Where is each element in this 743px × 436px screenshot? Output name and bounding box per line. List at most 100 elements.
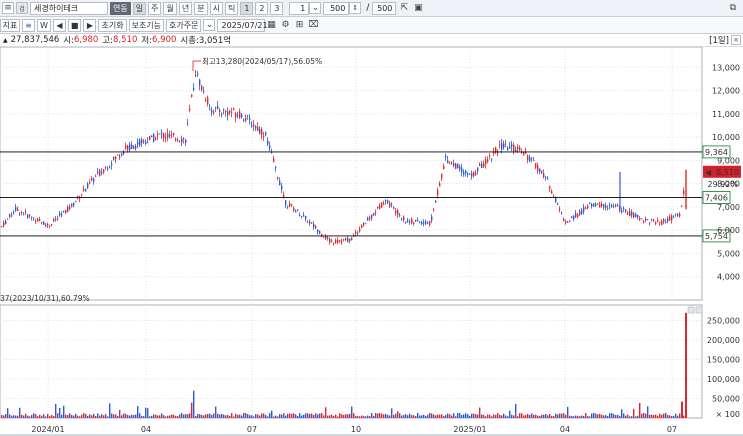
candle-body bbox=[545, 177, 547, 179]
candle-body bbox=[203, 91, 205, 93]
candle-body bbox=[283, 194, 285, 198]
candle-body bbox=[473, 171, 475, 176]
candle-body bbox=[279, 180, 281, 186]
num-2-button[interactable]: 2 bbox=[255, 1, 269, 15]
grid-icon[interactable]: ⊞ bbox=[293, 19, 305, 31]
date-field[interactable]: 2025/07/21 bbox=[217, 18, 268, 32]
candle-body bbox=[125, 145, 127, 149]
init-button[interactable]: 초기화 bbox=[98, 18, 127, 32]
candle-body bbox=[193, 87, 195, 90]
candle-body bbox=[339, 240, 341, 242]
volume-bar bbox=[577, 415, 579, 418]
play-backward-button[interactable]: ◀ bbox=[52, 18, 66, 32]
volume-bar bbox=[155, 414, 157, 418]
candle-body bbox=[97, 171, 99, 174]
price-chart[interactable]: 9,3647,4065,754 4,0005,0006,0007,0008,00… bbox=[0, 47, 743, 436]
w-button[interactable]: W bbox=[37, 18, 51, 32]
indicator-button[interactable]: 지표 bbox=[0, 18, 20, 32]
candle-body bbox=[403, 216, 405, 221]
expand-icon[interactable]: ▲ bbox=[3, 37, 8, 44]
price-tick-label: 4,000 bbox=[717, 273, 740, 282]
menu-icon[interactable]: ≡ bbox=[2, 2, 14, 14]
candle-body bbox=[617, 205, 619, 207]
candle-body bbox=[663, 219, 665, 222]
candle-body bbox=[281, 185, 283, 190]
candle-body bbox=[67, 206, 69, 213]
period-tick-button[interactable]: 틱 bbox=[224, 1, 239, 15]
candle-body bbox=[207, 97, 209, 105]
volume-bar bbox=[645, 413, 647, 418]
volume-bar bbox=[275, 415, 277, 418]
volume-bar bbox=[357, 416, 359, 418]
volume-bar bbox=[465, 413, 467, 418]
candle-body bbox=[17, 208, 19, 211]
candle-body bbox=[575, 213, 577, 217]
period-day-button[interactable]: 일 bbox=[132, 1, 147, 15]
order-button[interactable]: 호가주문 bbox=[166, 18, 202, 32]
chevron-down-icon[interactable]: ⌄ bbox=[203, 19, 216, 31]
volume-bar bbox=[545, 413, 547, 418]
period-hour-button[interactable]: 시 bbox=[209, 1, 223, 15]
calendar-icon[interactable]: ▦ bbox=[265, 19, 277, 31]
volume-bar bbox=[649, 414, 651, 418]
volume-bar bbox=[623, 413, 625, 418]
volume-bar bbox=[447, 413, 449, 418]
candle-body bbox=[39, 219, 41, 221]
volume-bar bbox=[351, 406, 353, 418]
candle-body bbox=[337, 239, 339, 243]
volume-bar bbox=[295, 414, 297, 418]
candle-body bbox=[171, 134, 173, 135]
period-minute-button[interactable]: 분 bbox=[194, 1, 208, 15]
aux-function-button[interactable]: 보조기능 bbox=[128, 18, 165, 32]
price-tick-label: 9,000 bbox=[717, 156, 740, 165]
candle-body bbox=[157, 134, 159, 136]
num-3-button[interactable]: 3 bbox=[270, 1, 284, 15]
volume-bar bbox=[637, 415, 639, 418]
volume-bar bbox=[5, 414, 7, 418]
volume-bar bbox=[369, 416, 371, 418]
period-month-button[interactable]: 월 bbox=[163, 1, 177, 15]
candle-body bbox=[155, 138, 157, 140]
play-forward-button[interactable]: ▶ bbox=[83, 18, 97, 32]
count-input[interactable]: 500 bbox=[323, 1, 350, 15]
stock-name-field[interactable]: 세경하이테크 bbox=[30, 1, 108, 15]
window-restore-icon[interactable]: ⧉ bbox=[727, 2, 739, 14]
interval-select[interactable]: 1 bbox=[289, 1, 310, 15]
candle-body bbox=[373, 213, 375, 216]
close-icon[interactable]: × bbox=[731, 35, 741, 45]
candle-body bbox=[599, 203, 601, 208]
volume-bar bbox=[341, 414, 343, 418]
save-icon[interactable]: ▣ bbox=[412, 2, 424, 14]
stock-search-icon[interactable]: 검 bbox=[16, 2, 28, 14]
volume-bar bbox=[547, 415, 549, 418]
candle-body bbox=[251, 125, 253, 127]
volume-bar bbox=[265, 414, 267, 418]
candle-body bbox=[51, 224, 53, 225]
settings-icon[interactable]: ⚙ bbox=[279, 19, 291, 31]
candle-body bbox=[513, 144, 515, 151]
candle-body bbox=[31, 216, 33, 218]
price-tick-label: 12,000 bbox=[712, 87, 740, 96]
volume-bar bbox=[287, 413, 289, 418]
link-button[interactable]: 연동 bbox=[110, 1, 131, 15]
period-week-button[interactable]: 주 bbox=[148, 1, 162, 15]
candle-body bbox=[85, 189, 87, 192]
candle-body bbox=[359, 228, 361, 232]
volume-bar bbox=[105, 414, 107, 418]
num-1-button[interactable]: 1 bbox=[240, 1, 254, 15]
candle-body bbox=[591, 204, 593, 207]
candle-body bbox=[363, 222, 365, 226]
volume-bar bbox=[235, 413, 237, 418]
spinner-icon[interactable]: ⇕ bbox=[349, 2, 362, 14]
chevron-down-icon[interactable]: ⌄ bbox=[309, 2, 322, 14]
export-icon[interactable]: ⇱ bbox=[398, 2, 410, 14]
crosshair-button[interactable]: ≡ bbox=[22, 18, 35, 32]
period-year-button[interactable]: 년 bbox=[178, 1, 193, 15]
volume-bar bbox=[99, 415, 101, 418]
price-tick-label: 7,000 bbox=[717, 203, 740, 212]
trash-icon[interactable]: ⌧ bbox=[307, 19, 319, 31]
volume-bar bbox=[201, 414, 203, 418]
stop-button[interactable]: ■ bbox=[67, 18, 82, 32]
volume-bar bbox=[261, 413, 263, 418]
candle-body bbox=[215, 107, 217, 109]
